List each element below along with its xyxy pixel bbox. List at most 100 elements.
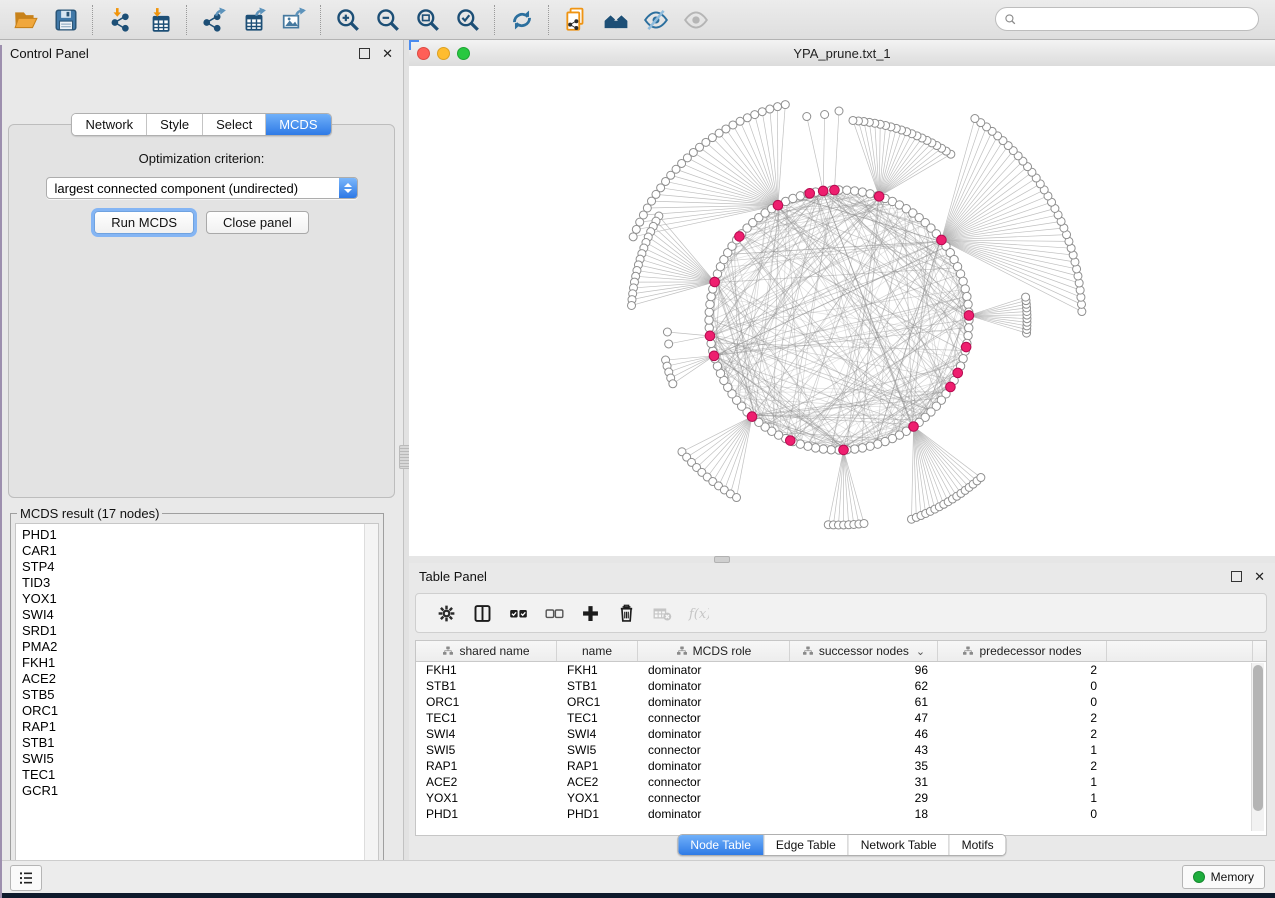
table-row[interactable]: SWI4SWI4dominator462 (416, 726, 1266, 742)
select-all-columns-button[interactable] (502, 598, 534, 628)
tab-node-table[interactable]: Node Table (678, 835, 763, 855)
svg-text:f(x): f(x) (688, 606, 709, 621)
close-panel-icon[interactable]: ✕ (382, 47, 393, 60)
show-all-networks-button[interactable] (596, 3, 636, 37)
horizontal-splitter[interactable] (409, 556, 1275, 563)
delete-column-button[interactable] (610, 598, 642, 628)
memory-button[interactable]: Memory (1182, 865, 1265, 889)
cell: RAP1 (416, 759, 557, 773)
splitter-grip[interactable] (714, 556, 730, 563)
column-label: name (582, 644, 612, 658)
node-table: shared name name MCDS rolesuccessor nodes⌄… (415, 640, 1267, 836)
zoom-window-icon[interactable] (457, 47, 470, 60)
export-network-button[interactable] (194, 3, 234, 37)
column-header-empty[interactable] (1107, 641, 1253, 661)
deselect-all-columns-button[interactable] (538, 598, 570, 628)
cell: 61 (790, 695, 938, 709)
table-row[interactable]: TEC1TEC1connector472 (416, 710, 1266, 726)
create-column-button[interactable] (574, 598, 606, 628)
network-canvas[interactable] (409, 66, 1275, 556)
column-header-mcds-role[interactable]: MCDS role (638, 641, 790, 661)
cell: SWI5 (557, 743, 638, 757)
mcds-result-item[interactable]: ACE2 (22, 671, 378, 687)
mcds-result-item[interactable]: STP4 (22, 559, 378, 575)
mcds-result-group: MCDS result (17 nodes) PHD1CAR1STP4TID3Y… (10, 506, 384, 878)
tab-network-table[interactable]: Network Table (848, 835, 949, 855)
scrollbar-thumb[interactable] (1253, 665, 1263, 811)
toolbar-separator (92, 5, 94, 35)
toolbar-separator (494, 5, 496, 35)
optimization-criterion-select[interactable]: largest connected component (undirected) (46, 177, 358, 199)
export-image-button[interactable] (274, 3, 314, 37)
status-bar: Memory (0, 860, 1275, 893)
run-mcds-button[interactable]: Run MCDS (94, 211, 194, 234)
mcds-result-item[interactable]: CAR1 (22, 543, 378, 559)
export-table-button[interactable] (234, 3, 274, 37)
float-panel-icon[interactable] (359, 48, 370, 59)
tab-network[interactable]: Network (72, 114, 146, 135)
table-row[interactable]: SWI5SWI5connector431 (416, 742, 1266, 758)
mcds-result-item[interactable]: YOX1 (22, 591, 378, 607)
apply-layout-icon (509, 7, 535, 33)
cell: 2 (938, 759, 1107, 773)
table-row[interactable]: PHD1PHD1dominator180 (416, 806, 1266, 822)
search-input[interactable] (1022, 11, 1250, 27)
task-history-button[interactable] (10, 865, 42, 891)
close-panel-icon[interactable]: ✕ (1254, 570, 1265, 583)
mcds-result-item[interactable]: PHD1 (22, 527, 378, 543)
mcds-list-scrollbar[interactable] (364, 524, 378, 872)
table-row[interactable]: STB1STB1dominator620 (416, 678, 1266, 694)
mcds-result-item[interactable]: SRD1 (22, 623, 378, 639)
column-header-shared-name[interactable]: shared name (416, 641, 557, 661)
delete-table-button (646, 598, 678, 628)
tab-style[interactable]: Style (146, 114, 202, 135)
mcds-result-item[interactable]: SWI4 (22, 607, 378, 623)
mcds-result-item[interactable]: STB5 (22, 687, 378, 703)
mcds-result-item[interactable]: SWI5 (22, 751, 378, 767)
cell: 47 (790, 711, 938, 725)
mcds-result-item[interactable]: STB1 (22, 735, 378, 751)
import-table-button[interactable] (140, 3, 180, 37)
column-header-successor-nodes[interactable]: successor nodes⌄ (790, 641, 938, 661)
table-settings-button[interactable] (430, 598, 462, 628)
tab-select[interactable]: Select (202, 114, 265, 135)
open-session-button[interactable] (6, 3, 46, 37)
table-scrollbar[interactable] (1251, 663, 1264, 831)
apply-layout-button[interactable] (502, 3, 542, 37)
zoom-in-button[interactable] (328, 3, 368, 37)
mcds-result-item[interactable]: GCR1 (22, 783, 378, 799)
search-box (995, 7, 1259, 31)
table-row[interactable]: ACE2ACE2connector311 (416, 774, 1266, 790)
zoom-fit-button[interactable] (408, 3, 448, 37)
mcds-result-item[interactable]: FKH1 (22, 655, 378, 671)
column-panes-button[interactable] (466, 598, 498, 628)
column-model-icon (802, 645, 814, 657)
tab-edge-table[interactable]: Edge Table (763, 835, 848, 855)
mcds-result-item[interactable]: RAP1 (22, 719, 378, 735)
minimize-window-icon[interactable] (437, 47, 450, 60)
create-column-icon (580, 603, 601, 624)
table-row[interactable]: YOX1YOX1connector291 (416, 790, 1266, 806)
import-network-button[interactable] (100, 3, 140, 37)
table-row[interactable]: RAP1RAP1dominator352 (416, 758, 1266, 774)
table-row[interactable]: FKH1FKH1dominator962 (416, 662, 1266, 678)
save-session-button[interactable] (46, 3, 86, 37)
show-hidden-button[interactable] (676, 3, 716, 37)
tab-motifs[interactable]: Motifs (949, 835, 1006, 855)
zoom-selected-button[interactable] (448, 3, 488, 37)
float-panel-icon[interactable] (1231, 571, 1242, 582)
close-panel-button[interactable]: Close panel (206, 211, 309, 234)
zoom-out-button[interactable] (368, 3, 408, 37)
mcds-result-item[interactable]: ORC1 (22, 703, 378, 719)
table-row[interactable]: ORC1ORC1dominator610 (416, 694, 1266, 710)
tab-mcds[interactable]: MCDS (265, 114, 330, 135)
network-titlebar: YPA_prune.txt_1 (409, 40, 1275, 67)
mcds-result-item[interactable]: TEC1 (22, 767, 378, 783)
network-from-selection-button[interactable] (556, 3, 596, 37)
hide-selected-button[interactable] (636, 3, 676, 37)
mcds-result-item[interactable]: TID3 (22, 575, 378, 591)
mcds-result-item[interactable]: PMA2 (22, 639, 378, 655)
toolbar-separator (320, 5, 322, 35)
column-header-name[interactable]: name (557, 641, 638, 661)
column-header-predecessor-nodes[interactable]: predecessor nodes (938, 641, 1107, 661)
